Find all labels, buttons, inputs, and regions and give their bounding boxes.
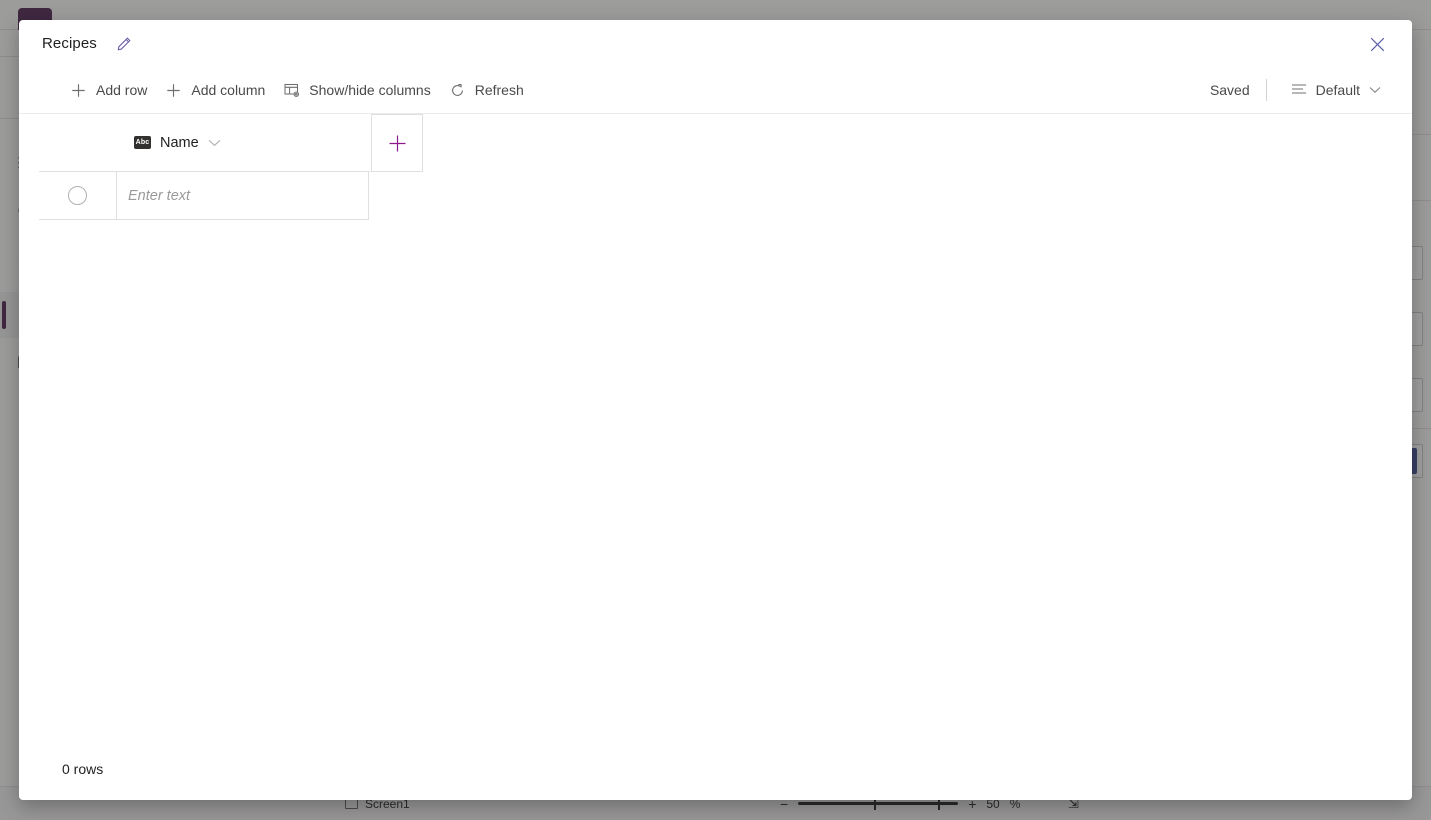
table-grid: Abc Name [19,114,1412,738]
dialog-title: Recipes [42,35,97,52]
chevron-down-icon[interactable] [208,139,221,147]
show-hide-columns-button[interactable]: Show/hide columns [274,74,439,106]
row-select-cell[interactable] [39,172,116,220]
chevron-down-icon [1369,86,1381,94]
add-column-grid-button[interactable] [371,114,423,172]
add-row-button[interactable]: Add row [61,74,156,106]
grid-header-row: Abc Name [39,114,423,172]
list-lines-icon [1291,83,1307,97]
dialog-command-bar: Add row Add column Show/hide columns Ref… [19,67,1412,114]
refresh-icon [449,82,466,99]
add-column-button[interactable]: Add column [156,74,274,106]
table-settings-icon [283,82,300,99]
grid-column-header-name[interactable]: Abc Name [116,114,370,172]
add-column-label: Add column [191,82,266,98]
grid-column-header-label: Name [160,134,199,151]
name-input[interactable] [128,187,368,204]
pencil-icon[interactable] [113,33,135,55]
toolbar-divider [1265,79,1267,101]
dialog-footer: 0 rows [19,738,1412,800]
table-editor-dialog: Recipes Add row Add column Show/hide col… [19,20,1412,800]
plus-icon [70,82,87,99]
refresh-button[interactable]: Refresh [440,74,533,106]
plus-icon [165,82,182,99]
close-icon[interactable] [1362,29,1392,59]
row-select-circle-icon[interactable] [68,186,87,205]
row-count-label: 0 rows [62,761,104,777]
grid-header-select-cell [39,114,116,172]
show-hide-columns-label: Show/hide columns [309,82,431,98]
view-selector-button[interactable]: Default [1282,74,1390,106]
abc-icon: Abc [134,136,151,149]
refresh-label: Refresh [474,82,524,98]
command-bar-right: Saved Default [1210,74,1390,106]
add-row-label: Add row [96,82,148,98]
view-label: Default [1315,82,1360,98]
grid-cell-name[interactable] [116,172,369,220]
table-row [39,172,369,220]
saved-status: Saved [1209,82,1250,98]
dialog-title-bar: Recipes [19,20,1412,67]
